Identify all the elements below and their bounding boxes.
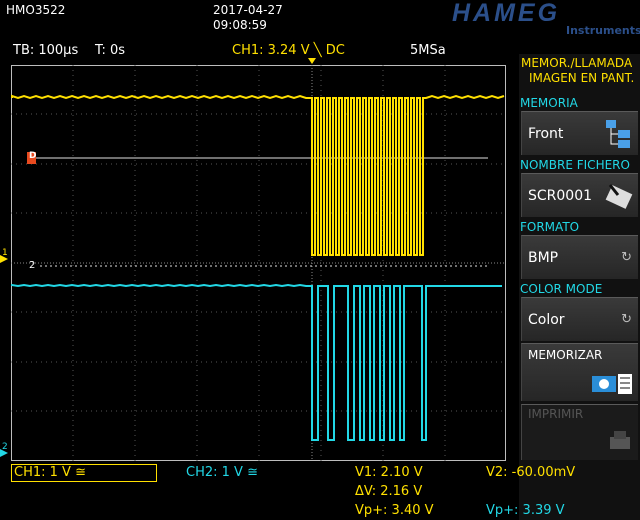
cursor-v2: V2: -60.00mV [486, 465, 576, 480]
nombre-fichero-value: SCR0001 [528, 188, 593, 204]
trigger-position-marker [308, 58, 316, 64]
ref-marker-label: D [29, 151, 37, 161]
formato-softkey[interactable]: BMP ↻ [521, 235, 638, 279]
ch2-ground-marker: 2 [29, 260, 36, 271]
color-mode-header: COLOR MODE [520, 282, 603, 296]
nombre-fichero-softkey[interactable]: SCR0001 [521, 173, 638, 217]
memorizar-label: MEMORIZAR [528, 348, 603, 362]
imprimir-label: IMPRIMIR [528, 407, 584, 421]
memoria-softkey[interactable]: Front [521, 111, 638, 155]
nombre-fichero-header: NOMBRE FICHERO [520, 158, 630, 172]
vp-ch2: Vp+: 3.39 V [486, 503, 565, 518]
folder-tree-icon [604, 118, 634, 154]
color-mode-softkey[interactable]: Color ↻ [521, 297, 638, 341]
camera-save-icon [590, 368, 634, 400]
menu-title-line2: IMAGEN EN PANT. [529, 71, 635, 85]
memoria-value: Front [528, 126, 564, 142]
ch1-status: CH1: 1 V ≅ [14, 465, 86, 480]
memoria-header: MEMORIA [520, 96, 578, 110]
cursor-delta-v: ΔV: 2.16 V [355, 484, 423, 499]
imprimir-softkey[interactable]: IMPRIMIR [521, 404, 638, 460]
formato-value: BMP [528, 250, 559, 266]
printer-icon [606, 427, 634, 459]
edit-keyboard-icon [604, 181, 634, 215]
rotate-knob-icon: ↻ [621, 250, 632, 265]
ch1-waveform [11, 94, 505, 256]
menu-title-line1: MEMOR./LLAMADA [521, 56, 633, 70]
rotate-knob-icon: ↻ [621, 312, 632, 327]
vp-ch1: Vp+: 3.40 V [355, 503, 434, 518]
ch2-marker-label: 2 [2, 442, 8, 452]
cursor-v1: V1: 2.10 V [355, 465, 423, 480]
center-axes [11, 65, 506, 461]
ch2-status[interactable]: CH2: 1 V ≅ [186, 465, 258, 480]
formato-header: FORMATO [520, 220, 580, 234]
memorizar-softkey[interactable]: MEMORIZAR [521, 343, 638, 401]
color-mode-value: Color [528, 312, 565, 328]
ch1-marker-label: 1 [2, 248, 8, 258]
